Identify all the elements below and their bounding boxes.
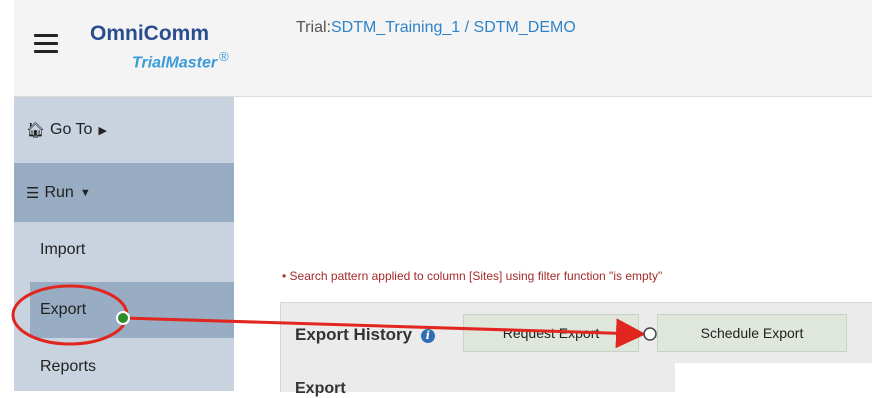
registered-mark: ®	[219, 49, 229, 64]
brand-name: OmniComm	[90, 22, 210, 45]
sidebar-item-run[interactable]: ☰ Run ▼	[14, 163, 234, 222]
schedule-export-button[interactable]: Schedule Export	[657, 314, 847, 352]
panel-body	[675, 363, 872, 392]
caret-right-icon: ▶	[98, 124, 107, 137]
info-icon[interactable]: i	[420, 328, 435, 343]
sidebar-item-export[interactable]: Export	[30, 282, 234, 338]
export-column-header: Export	[295, 380, 346, 397]
sidebar-item-label: Run	[44, 183, 74, 201]
sidebar-item-goto[interactable]: 🏠︎ Go To ▶	[14, 97, 234, 163]
sidebar-item-label: Go To	[50, 121, 93, 138]
trial-breadcrumb: Trial:SDTM_Training_1 / SDTM_DEMO	[296, 19, 576, 37]
server-icon: ☰	[26, 184, 40, 202]
sidebar-item-import[interactable]: Import	[14, 222, 234, 278]
sidebar: 🏠︎ Go To ▶ ☰ Run ▼ Import Export Reports	[14, 97, 234, 391]
trial-prefix: Trial:	[296, 19, 331, 36]
trial-link[interactable]: SDTM_Training_1 / SDTM_DEMO	[331, 19, 576, 36]
sidebar-item-label: Import	[40, 241, 86, 258]
sidebar-item-label: Export	[40, 301, 87, 318]
sidebar-item-label: Reports	[40, 357, 97, 375]
panel-title: Export History i	[295, 325, 435, 345]
home-icon: 🏠︎	[26, 122, 46, 139]
hamburger-menu-icon[interactable]	[34, 34, 58, 54]
sidebar-item-reports[interactable]: Reports	[14, 342, 234, 391]
caret-down-icon: ▼	[79, 186, 91, 199]
brand-product: TrialMaster ®	[132, 49, 229, 72]
filter-notice: • Search pattern applied to column [Site…	[282, 269, 663, 283]
top-header: OmniComm TrialMaster ® Trial:SDTM_Trainin…	[14, 0, 872, 97]
request-export-button[interactable]: Request Export	[463, 314, 639, 352]
export-history-panel: Export History i Request Export Schedule…	[280, 302, 872, 397]
